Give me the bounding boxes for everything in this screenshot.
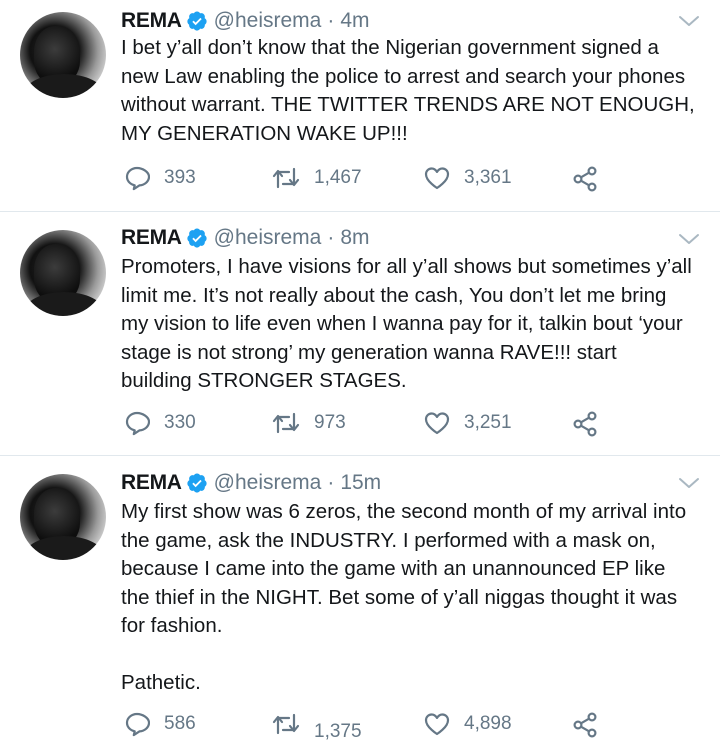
separator-dot: · bbox=[327, 9, 335, 32]
tweet-actions: 330 973 3,251 bbox=[0, 408, 720, 438]
handle[interactable]: @heisrema bbox=[214, 226, 322, 250]
reply-count: 393 bbox=[164, 167, 196, 188]
chevron-down-icon[interactable] bbox=[678, 14, 700, 28]
retweet-button[interactable]: 1,467 bbox=[272, 163, 362, 193]
like-count: 4,898 bbox=[464, 713, 512, 734]
retweet-button[interactable]: 973 bbox=[272, 408, 346, 438]
like-count: 3,361 bbox=[464, 167, 512, 188]
like-count: 3,251 bbox=[464, 412, 512, 433]
handle[interactable]: @heisrema bbox=[214, 9, 322, 33]
share-icon[interactable] bbox=[572, 411, 598, 437]
reply-count: 330 bbox=[164, 412, 196, 433]
verified-badge-icon bbox=[187, 473, 207, 493]
tweet-header: REMA @heisrema · 8m bbox=[121, 223, 370, 253]
share-icon[interactable] bbox=[572, 712, 598, 738]
separator-dot: · bbox=[327, 471, 335, 494]
like-button[interactable]: 3,361 bbox=[424, 163, 512, 193]
avatar[interactable] bbox=[20, 230, 106, 316]
tweet-3[interactable]: REMA @heisrema · 15m My first show was 6… bbox=[0, 456, 720, 755]
avatar-shoulder bbox=[24, 74, 104, 98]
reply-button[interactable]: 586 bbox=[124, 709, 196, 739]
reply-icon bbox=[125, 712, 150, 737]
retweet-count: 1,375 bbox=[314, 721, 362, 742]
retweet-button[interactable]: 1,375 bbox=[272, 709, 362, 742]
retweet-icon bbox=[272, 412, 300, 434]
reply-button[interactable]: 393 bbox=[124, 163, 196, 193]
tweet-text: Promoters, I have visions for all y’all … bbox=[121, 255, 692, 392]
reply-icon bbox=[125, 166, 150, 191]
avatar[interactable] bbox=[20, 474, 106, 560]
timestamp[interactable]: 15m bbox=[340, 471, 381, 495]
tweet-header: REMA @heisrema · 4m bbox=[121, 6, 370, 36]
heart-icon bbox=[424, 713, 450, 736]
display-name[interactable]: REMA bbox=[121, 226, 182, 250]
verified-badge-icon bbox=[187, 228, 207, 248]
chevron-down-icon[interactable] bbox=[678, 476, 700, 490]
tweet-actions: 586 1,375 4,898 bbox=[0, 709, 720, 742]
tweet-text: I bet y’all don’t know that the Nigerian… bbox=[121, 36, 695, 145]
reply-button[interactable]: 330 bbox=[124, 408, 196, 438]
verified-badge-icon bbox=[187, 11, 207, 31]
display-name[interactable]: REMA bbox=[121, 9, 182, 33]
separator-dot: · bbox=[327, 226, 335, 249]
like-button[interactable]: 4,898 bbox=[424, 709, 512, 739]
heart-icon bbox=[424, 167, 450, 190]
share-icon[interactable] bbox=[572, 166, 598, 192]
avatar-shoulder bbox=[24, 292, 104, 316]
tweet-actions: 393 1,467 3,361 bbox=[0, 163, 720, 193]
retweet-icon bbox=[272, 167, 300, 189]
display-name[interactable]: REMA bbox=[121, 471, 182, 495]
tweet-2[interactable]: REMA @heisrema · 8m Promoters, I have vi… bbox=[0, 212, 720, 455]
reply-icon bbox=[125, 411, 150, 436]
avatar-shoulder bbox=[24, 536, 104, 560]
timestamp[interactable]: 8m bbox=[340, 226, 369, 250]
retweet-icon bbox=[272, 713, 300, 735]
reply-count: 586 bbox=[164, 713, 196, 734]
retweet-count: 1,467 bbox=[314, 167, 362, 188]
handle[interactable]: @heisrema bbox=[214, 471, 322, 495]
heart-icon bbox=[424, 412, 450, 435]
chevron-down-icon[interactable] bbox=[678, 232, 700, 246]
tweet-text: My first show was 6 zeros, the second mo… bbox=[121, 500, 687, 694]
retweet-count: 973 bbox=[314, 412, 346, 433]
tweet-1[interactable]: REMA @heisrema · 4m I bet y’all don’t kn… bbox=[0, 0, 720, 211]
like-button[interactable]: 3,251 bbox=[424, 408, 512, 438]
timestamp[interactable]: 4m bbox=[340, 9, 369, 33]
avatar[interactable] bbox=[20, 12, 106, 98]
tweet-header: REMA @heisrema · 15m bbox=[121, 468, 381, 498]
